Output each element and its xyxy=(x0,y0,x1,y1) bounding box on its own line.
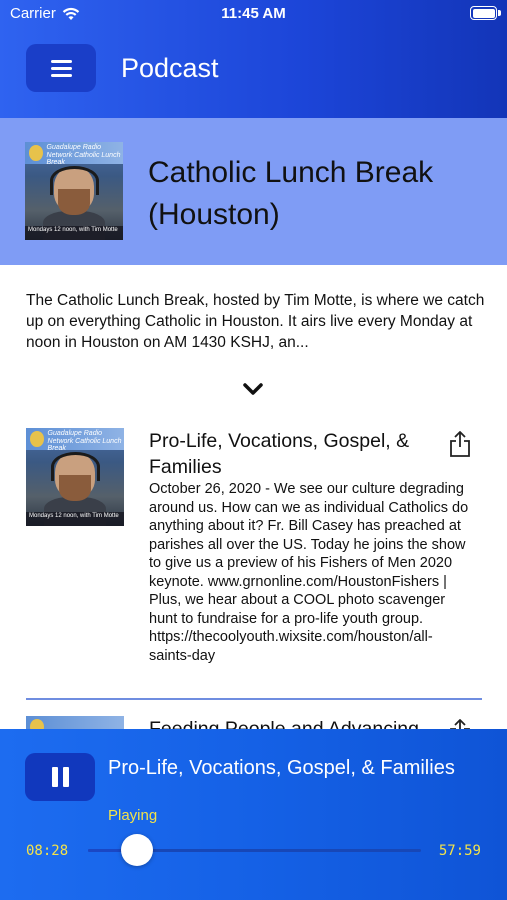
chevron-down-icon[interactable] xyxy=(242,378,264,400)
now-playing-title: Pro-Life, Vocations, Gospel, & Families xyxy=(108,757,455,779)
episode-cover-image: Guadalupe Radio Network Catholic Lunch B… xyxy=(26,428,124,526)
podcast-title: Catholic Lunch Break (Houston) xyxy=(148,156,434,231)
cover-title: Guadalupe Radio Network Catholic Lunch B… xyxy=(46,143,121,167)
now-playing-bar: Pro-Life, Vocations, Gospel, & Families … xyxy=(0,729,507,900)
clock: 11:45 AM xyxy=(221,5,286,22)
pause-button[interactable] xyxy=(25,753,95,801)
page-title: Podcast xyxy=(121,53,219,83)
divider xyxy=(26,698,482,700)
progress-slider-thumb[interactable] xyxy=(120,834,153,866)
episode-title: Pro-Life, Vocations, Gospel, & Families xyxy=(149,430,410,478)
app-header: Carrier 11:45 AM Podcast xyxy=(0,0,507,118)
podcast-description: The Catholic Lunch Break, hosted by Tim … xyxy=(26,292,485,351)
episode-description: October 26, 2020 - We see our culture de… xyxy=(149,481,469,664)
total-duration: 57:59 xyxy=(438,843,481,859)
elapsed-time: 08:28 xyxy=(26,843,69,859)
cover-caption: Mondays 12 noon, with Tim Motte xyxy=(25,226,123,240)
pause-icon xyxy=(51,767,58,787)
battery-icon xyxy=(470,6,501,20)
playback-status: Playing xyxy=(108,807,158,824)
menu-button[interactable] xyxy=(26,44,96,92)
share-icon[interactable] xyxy=(448,430,472,458)
podcast-cover-image: Guadalupe Radio Network Catholic Lunch B… xyxy=(25,142,123,240)
hamburger-menu-icon xyxy=(50,59,72,63)
status-bar: Carrier 11:45 AM xyxy=(0,0,507,30)
episode-item[interactable]: Guadalupe Radio Network Catholic Lunch B… xyxy=(26,428,482,688)
